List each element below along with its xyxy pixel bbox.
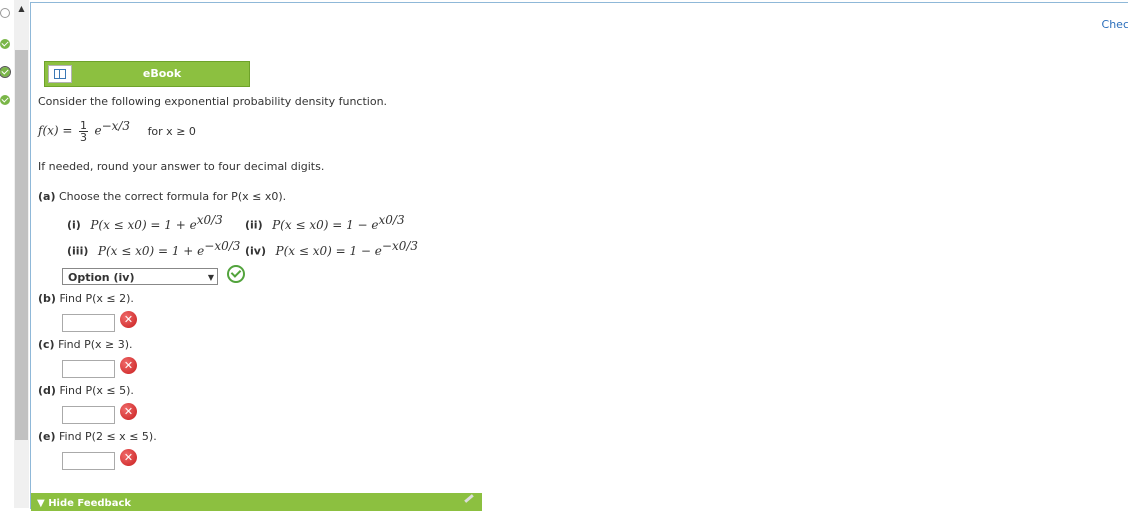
option-i-tag: (i): [67, 218, 81, 232]
incorrect-x-icon: ✕: [120, 357, 137, 374]
option-i-exponent: x0/3: [196, 213, 223, 227]
option-i-formula: P(x ≤ x0) = 1 + e: [90, 217, 197, 232]
part-e-text: Find P(2 ≤ x ≤ 5).: [59, 430, 157, 443]
option-iv-formula: P(x ≤ x0) = 1 − e: [275, 243, 382, 258]
part-a-selected-value: Option (iv): [68, 271, 135, 284]
hide-feedback-label: Hide Feedback: [48, 498, 132, 509]
part-d-answer-input[interactable]: [62, 406, 115, 424]
option-iii: (iii) P(x ≤ x0) = 1 + e−x0/3: [67, 239, 240, 258]
option-iv-exponent: −x0/3: [381, 239, 419, 253]
part-a-prompt: (a) Choose the correct formula for P(x ≤…: [38, 190, 286, 203]
triangle-down-icon: ▼: [37, 498, 45, 509]
ebook-label: eBook: [142, 67, 182, 80]
incorrect-x-icon: ✕: [120, 311, 137, 328]
status-unanswered-icon[interactable]: [0, 8, 10, 18]
part-c-text: Find P(x ≥ 3).: [58, 338, 133, 351]
part-d-tag: (d): [38, 384, 56, 397]
part-c-answer-input[interactable]: [62, 360, 115, 378]
pdf-domain: for x ≥ 0: [147, 124, 196, 138]
part-d-prompt: (d) Find P(x ≤ 5).: [38, 384, 134, 397]
option-ii: (ii) P(x ≤ x0) = 1 − ex0/3: [245, 213, 405, 232]
part-d-text: Find P(x ≤ 5).: [59, 384, 134, 397]
part-a-text: Choose the correct formula for P(x ≤ x0)…: [58, 190, 287, 203]
pdf-denominator: 3: [79, 131, 87, 145]
option-i: (i) P(x ≤ x0) = 1 + ex0/3: [67, 213, 223, 232]
check-link[interactable]: Chec: [1102, 18, 1128, 31]
option-iii-tag: (iii): [67, 244, 89, 258]
part-b-prompt: (b) Find P(x ≤ 2).: [38, 292, 134, 305]
scrollbar-thumb[interactable]: [15, 50, 28, 440]
question-intro: Consider the following exponential proba…: [38, 95, 388, 108]
book-icon: [48, 65, 72, 83]
option-ii-tag: (ii): [245, 218, 263, 232]
pencil-icon[interactable]: [464, 494, 474, 503]
option-ii-exponent: x0/3: [378, 213, 405, 227]
pdf-formula: f(x) = 1 3 e−x/3 for x ≥ 0: [38, 119, 196, 143]
chevron-down-icon: ▼: [207, 273, 214, 282]
pdf-fraction: 1 3: [78, 120, 88, 145]
question-frame: Chec eBook Consider the following expone…: [30, 2, 1128, 511]
pdf-exponent: −x/3: [101, 119, 131, 133]
part-b-text: Find P(x ≤ 2).: [59, 292, 134, 305]
option-ii-formula: P(x ≤ x0) = 1 − e: [272, 217, 379, 232]
part-e-answer-input[interactable]: [62, 452, 115, 470]
pdf-base: e: [94, 123, 102, 138]
part-c-tag: (c): [38, 338, 55, 351]
part-c-prompt: (c) Find P(x ≥ 3).: [38, 338, 133, 351]
part-b-answer-input[interactable]: [62, 314, 115, 332]
part-e-tag: (e): [38, 430, 56, 443]
status-complete-icon[interactable]: [0, 39, 10, 49]
incorrect-x-icon: ✕: [120, 449, 137, 466]
scroll-up-arrow-icon[interactable]: ▲: [14, 4, 29, 13]
pdf-lhs: f(x) =: [38, 123, 73, 138]
question-status-strip: [0, 0, 14, 508]
option-iv-tag: (iv): [245, 244, 266, 258]
status-complete-icon[interactable]: [0, 66, 11, 78]
incorrect-x-icon: ✕: [120, 403, 137, 420]
part-a-tag: (a): [38, 190, 56, 203]
correct-check-icon: [227, 265, 245, 283]
part-b-tag: (b): [38, 292, 56, 305]
option-iii-formula: P(x ≤ x0) = 1 + e: [97, 243, 205, 258]
part-e-prompt: (e) Find P(2 ≤ x ≤ 5).: [38, 430, 157, 443]
hide-feedback-bar[interactable]: ▼ Hide Feedback: [31, 493, 482, 511]
ebook-button[interactable]: eBook: [44, 61, 250, 87]
option-iii-exponent: −x0/3: [204, 239, 241, 253]
part-a-select[interactable]: Option (iv) ▼: [62, 268, 218, 285]
round-note: If needed, round your answer to four dec…: [38, 160, 325, 173]
status-complete-icon[interactable]: [0, 95, 10, 105]
option-iv: (iv) P(x ≤ x0) = 1 − e−x0/3: [245, 239, 418, 258]
